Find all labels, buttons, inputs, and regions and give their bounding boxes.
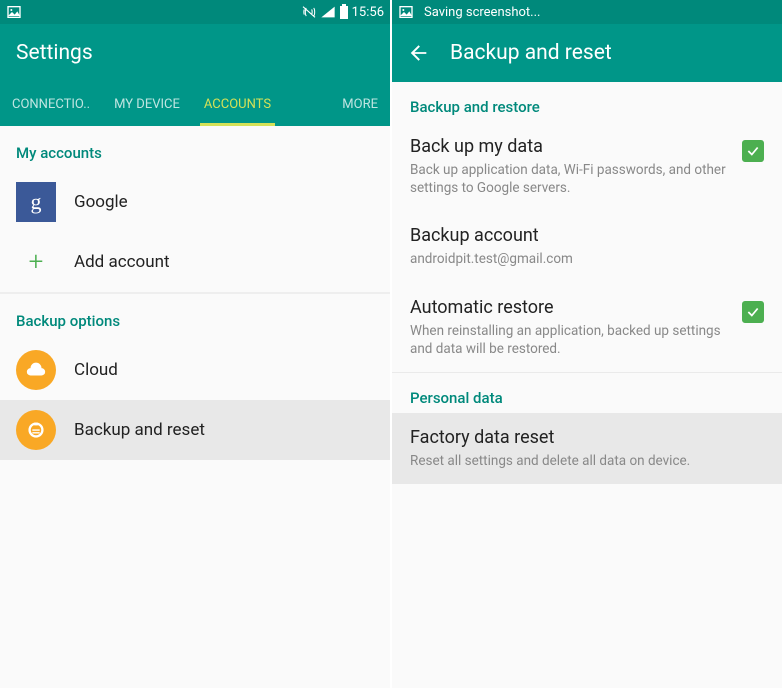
tab-more[interactable]: MORE (330, 82, 390, 126)
check-icon (746, 144, 760, 158)
backup-account-desc: androidpit.test@gmail.com (410, 250, 764, 268)
backup-reset-label: Backup and reset (74, 420, 205, 440)
factory-reset-title: Factory data reset (410, 427, 764, 448)
back-arrow-icon (408, 42, 430, 64)
backup-options-header: Backup options (0, 294, 390, 340)
vibrate-icon (301, 4, 317, 20)
back-button[interactable] (408, 42, 430, 64)
status-bar: 15:56 (0, 0, 390, 24)
backup-my-data[interactable]: Back up my data Back up application data… (392, 122, 782, 211)
cloud-icon (16, 350, 56, 390)
backup-my-data-title: Back up my data (410, 136, 732, 157)
saving-text: Saving screenshot... (424, 5, 540, 20)
backup-reset-screen: Saving screenshot... Backup and reset Ba… (392, 0, 782, 688)
automatic-restore-title: Automatic restore (410, 297, 732, 318)
tab-connections[interactable]: CONNECTIO.. (0, 82, 102, 126)
google-icon: g (16, 182, 56, 222)
my-accounts-header: My accounts (0, 126, 390, 172)
backup-my-data-desc: Back up application data, Wi-Fi password… (410, 161, 732, 197)
content: My accounts g Google + Add account Backu… (0, 126, 390, 688)
page-title: Settings (16, 41, 93, 65)
status-time: 15:56 (352, 5, 384, 20)
factory-reset-desc: Reset all settings and delete all data o… (410, 452, 764, 470)
status-bar: Saving screenshot... (392, 0, 782, 24)
add-account-label: Add account (74, 252, 170, 272)
cloud-label: Cloud (74, 360, 118, 380)
personal-data-header: Personal data (392, 373, 782, 413)
content: Backup and restore Back up my data Back … (392, 82, 782, 688)
app-bar: Backup and reset (392, 24, 782, 82)
cloud-item[interactable]: Cloud (0, 340, 390, 400)
factory-data-reset[interactable]: Factory data reset Reset all settings an… (392, 413, 782, 484)
automatic-restore[interactable]: Automatic restore When reinstalling an a… (392, 283, 782, 372)
signal-icon (320, 4, 336, 20)
account-label: Google (74, 192, 128, 212)
battery-icon (339, 4, 349, 20)
picture-icon (398, 4, 414, 20)
backup-reset-icon (16, 410, 56, 450)
picture-icon (6, 4, 22, 20)
backup-restore-header: Backup and restore (392, 82, 782, 122)
add-account[interactable]: + Add account (0, 232, 390, 292)
backup-my-data-checkbox[interactable] (742, 140, 764, 162)
tab-bar: CONNECTIO.. MY DEVICE ACCOUNTS MORE (0, 82, 390, 126)
backup-account-title: Backup account (410, 225, 764, 246)
tab-accounts[interactable]: ACCOUNTS (192, 82, 283, 126)
app-bar: Settings (0, 24, 390, 82)
automatic-restore-checkbox[interactable] (742, 301, 764, 323)
backup-reset-item[interactable]: Backup and reset (0, 400, 390, 460)
page-title: Backup and reset (450, 41, 612, 65)
plus-icon: + (16, 242, 56, 282)
account-google[interactable]: g Google (0, 172, 390, 232)
tab-mydevice[interactable]: MY DEVICE (102, 82, 192, 126)
settings-screen: 15:56 Settings CONNECTIO.. MY DEVICE ACC… (0, 0, 392, 688)
backup-account[interactable]: Backup account androidpit.test@gmail.com (392, 211, 782, 282)
check-icon (746, 305, 760, 319)
automatic-restore-desc: When reinstalling an application, backed… (410, 322, 732, 358)
